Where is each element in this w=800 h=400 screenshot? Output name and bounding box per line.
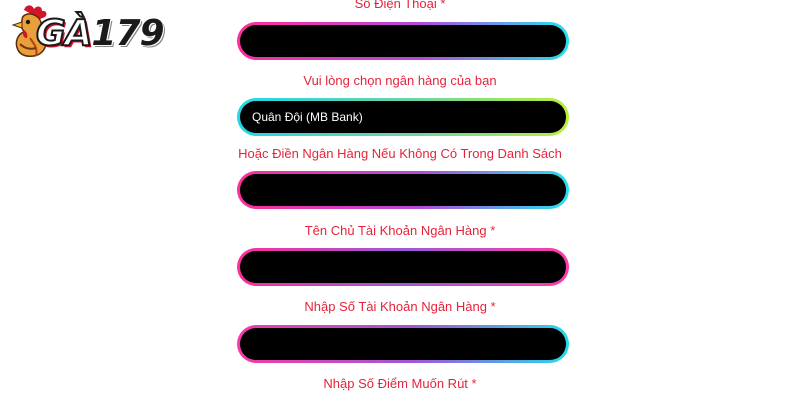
account-name-field[interactable]: [237, 248, 569, 286]
bank-other-field[interactable]: [237, 171, 569, 209]
phone-field[interactable]: [237, 22, 569, 60]
bank-select-value[interactable]: Quân Đội (MB Bank): [240, 101, 566, 133]
bank-select[interactable]: Quân Đội (MB Bank): [237, 98, 569, 136]
brand-logo-number: 179: [91, 13, 164, 54]
account-number-label: Nhập Số Tài Khoản Ngân Hàng *: [304, 299, 496, 314]
account-name-input[interactable]: [240, 251, 566, 283]
phone-label: Số Điện Thoại *: [354, 0, 446, 11]
bank-other-label: Hoặc Điền Ngân Hàng Nếu Không Có Trong D…: [238, 146, 562, 161]
brand-logo-ga: GÀ: [35, 13, 93, 55]
brand-logo-text: GÀ179: [35, 13, 165, 55]
withdraw-points-label: Nhập Số Điểm Muốn Rút *: [323, 376, 477, 391]
account-number-input[interactable]: [240, 328, 566, 360]
account-name-label: Tên Chủ Tài Khoản Ngân Hàng *: [304, 223, 496, 238]
bank-other-input[interactable]: [240, 174, 566, 206]
account-number-field[interactable]: [237, 325, 569, 363]
brand-logo[interactable]: GÀ179: [10, 4, 165, 62]
phone-input[interactable]: [240, 25, 566, 57]
bank-select-label: Vui lòng chọn ngân hàng của bạn: [303, 73, 497, 88]
